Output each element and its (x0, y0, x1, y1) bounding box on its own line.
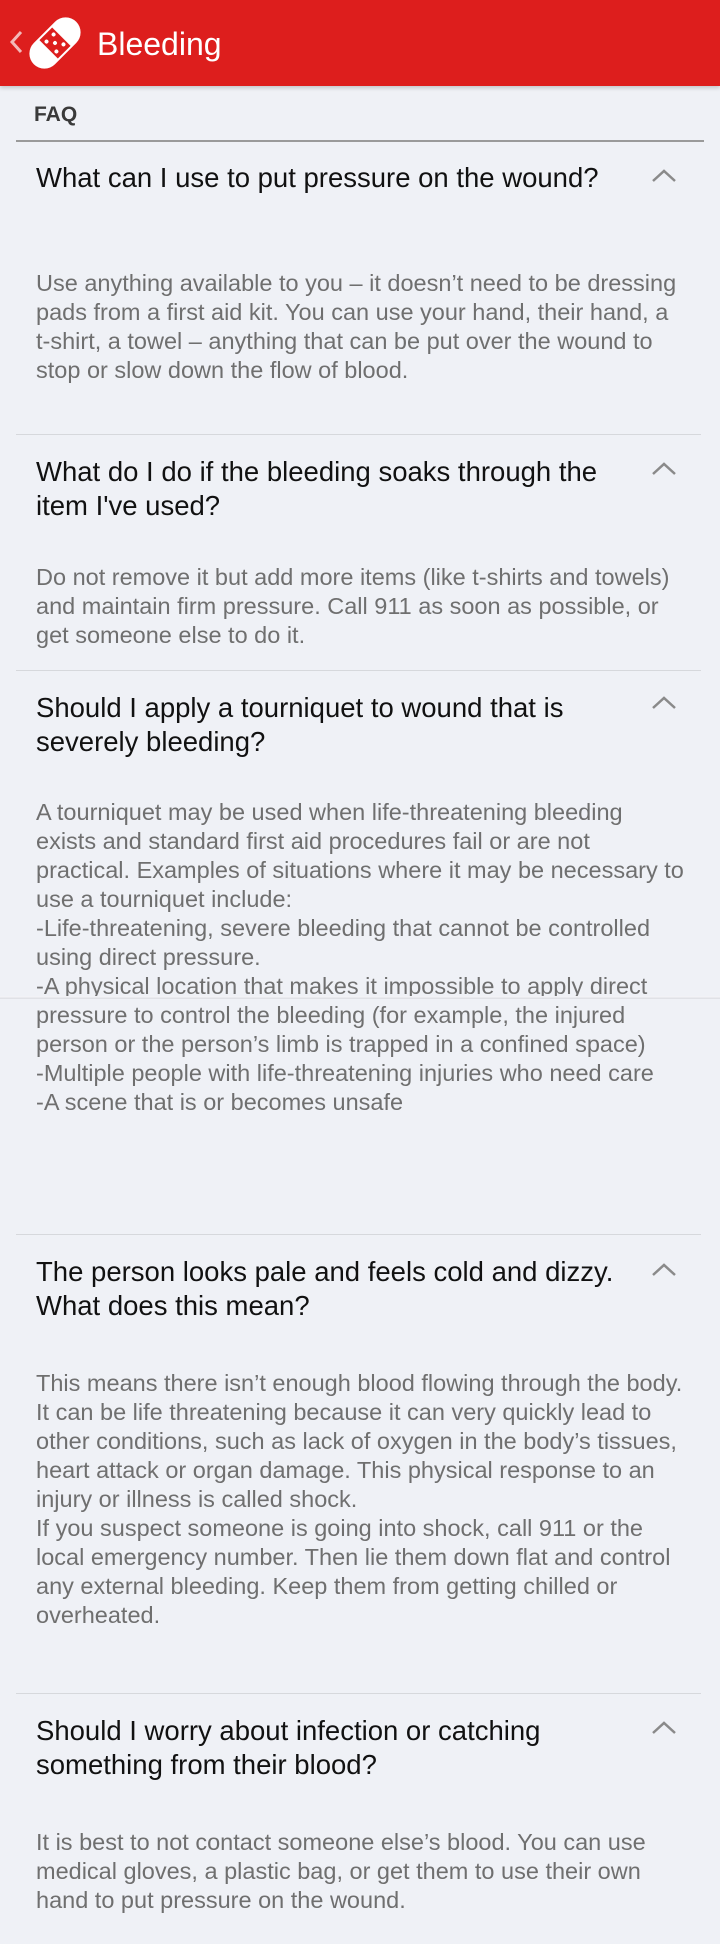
app-bar: Bleeding (0, 0, 720, 86)
faq-item[interactable]: The person looks pale and feels cold and… (16, 1235, 701, 1694)
faq-answer: This means there isn’t enough blood flow… (36, 1370, 683, 1628)
faq-item[interactable]: What do I do if the bleeding soaks throu… (16, 435, 701, 671)
faq-answer: It is best to not contact someone else’s… (36, 1829, 646, 1913)
faq-item[interactable]: Should I apply a tourniquet to wound tha… (16, 671, 701, 1235)
faq-question[interactable]: Should I apply a tourniquet to wound tha… (36, 691, 641, 759)
collapse-chevron-icon[interactable] (650, 461, 678, 477)
faq-answer: Use anything available to you – it doesn… (36, 270, 677, 383)
collapse-chevron-icon[interactable] (650, 168, 678, 184)
faq-item[interactable]: Should I worry about infection or catchi… (16, 1694, 701, 1944)
faq-answer: A tourniquet may be used when life-threa… (36, 799, 684, 1115)
collapse-chevron-icon[interactable] (650, 1262, 678, 1278)
faq-answer: Do not remove it but add more items (lik… (36, 564, 670, 648)
collapse-chevron-icon[interactable] (650, 695, 678, 711)
section-label: FAQ (34, 103, 78, 126)
screenshot-seam (0, 996, 720, 999)
faq-question[interactable]: Should I worry about infection or catchi… (36, 1714, 641, 1782)
collapse-chevron-icon[interactable] (650, 1720, 678, 1736)
faq-question[interactable]: What can I use to put pressure on the wo… (36, 161, 641, 195)
page-title: Bleeding (97, 26, 222, 62)
bandage-icon (29, 17, 81, 69)
faq-item[interactable]: What can I use to put pressure on the wo… (16, 142, 701, 435)
faq-question[interactable]: What do I do if the bleeding soaks throu… (36, 455, 641, 523)
faq-question[interactable]: The person looks pale and feels cold and… (36, 1255, 641, 1323)
